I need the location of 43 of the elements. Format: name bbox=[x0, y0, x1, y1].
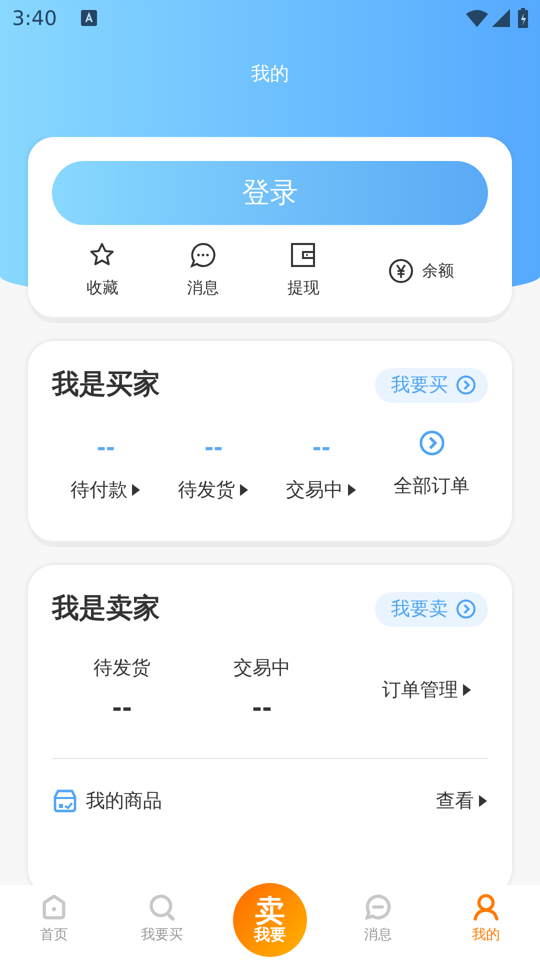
box-icon bbox=[52, 788, 78, 814]
count-value: -- bbox=[252, 693, 272, 724]
status-time: 3:40 bbox=[12, 5, 57, 32]
caret-icon bbox=[462, 682, 472, 697]
battery-icon bbox=[518, 8, 528, 28]
wallet-icon bbox=[290, 242, 316, 268]
arrow-circle-icon bbox=[418, 430, 445, 456]
count-value: -- bbox=[204, 438, 223, 460]
count-value: -- bbox=[112, 693, 132, 724]
star-icon bbox=[89, 242, 116, 268]
section-title: 我是买家 bbox=[52, 368, 160, 402]
section-title: 我是卖家 bbox=[52, 592, 160, 626]
count-value: -- bbox=[96, 438, 115, 460]
caret-icon bbox=[239, 482, 250, 497]
person-icon bbox=[472, 893, 500, 921]
yen-coin-icon bbox=[388, 258, 414, 284]
order-status-link[interactable]: 全部订单 bbox=[394, 472, 470, 500]
count-value: -- bbox=[312, 438, 330, 460]
chat-bubble-icon bbox=[364, 893, 392, 921]
home-icon bbox=[40, 893, 68, 921]
caret-icon bbox=[131, 482, 142, 497]
view-link[interactable]: 查看 bbox=[436, 787, 488, 816]
search-icon bbox=[148, 893, 176, 921]
chat-bubble-icon bbox=[190, 242, 216, 268]
signal-icon bbox=[492, 9, 510, 27]
caret-icon bbox=[346, 482, 357, 497]
arrow-circle-icon bbox=[456, 375, 476, 396]
wifi-icon bbox=[466, 9, 488, 27]
caret-icon bbox=[478, 794, 488, 808]
order-status-link[interactable]: 待发货 bbox=[178, 476, 250, 504]
quick-action[interactable]: 收藏 bbox=[80, 241, 124, 301]
quick-action[interactable]: 余额 bbox=[382, 257, 460, 285]
quick-action[interactable]: 消息 bbox=[180, 241, 225, 301]
goods-label: 我的商品 bbox=[86, 789, 162, 814]
stat-label: 待发货 bbox=[94, 656, 150, 680]
order-manage-link[interactable]: 订单管理 bbox=[382, 676, 472, 704]
stat-label: 交易中 bbox=[234, 656, 290, 680]
keyboard-icon bbox=[80, 10, 97, 26]
order-status-link[interactable]: 交易中 bbox=[286, 476, 357, 504]
page-title: 我的 bbox=[251, 63, 289, 85]
order-status-link[interactable]: 待付款 bbox=[70, 476, 142, 504]
arrow-circle-icon bbox=[456, 599, 476, 620]
quick-action[interactable]: 提现 bbox=[281, 241, 326, 301]
